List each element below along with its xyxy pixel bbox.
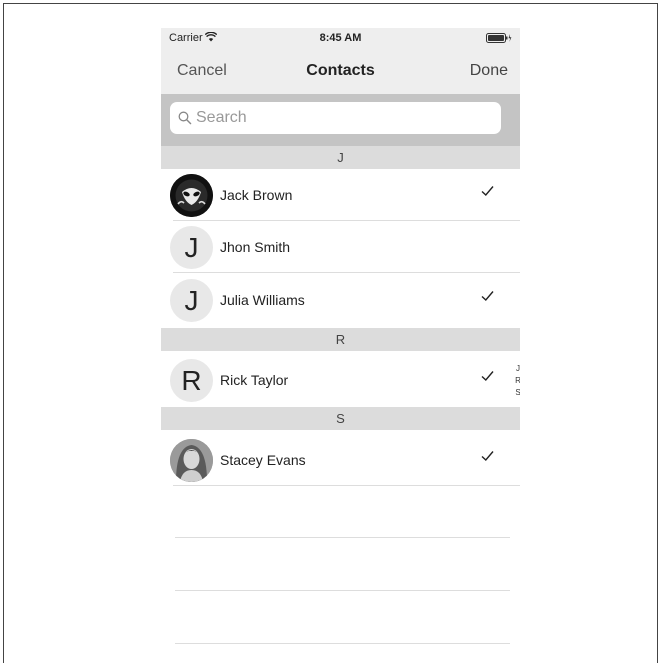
- search-input[interactable]: [196, 102, 496, 134]
- phone-screen: Carrier 8:45 AM Cancel Contacts Done J: [161, 28, 520, 665]
- section-header-j: J: [161, 146, 520, 169]
- cancel-button[interactable]: Cancel: [177, 62, 227, 80]
- photo-person: [170, 439, 213, 482]
- index-letter-s[interactable]: S: [514, 387, 520, 399]
- empty-row-separator: [175, 590, 510, 591]
- section-header-s: S: [161, 407, 520, 430]
- empty-row-separator: [175, 643, 510, 644]
- contact-row-rick-taylor[interactable]: R Rick Taylor: [161, 354, 520, 406]
- search-field[interactable]: [170, 102, 501, 134]
- contact-row-julia-williams[interactable]: J Julia Williams: [161, 274, 520, 326]
- search-bar: [161, 94, 520, 146]
- battery-icon: [486, 33, 512, 43]
- checkmark-icon: [481, 291, 494, 302]
- status-time: 8:45 AM: [319, 32, 362, 44]
- index-letter-r[interactable]: R: [514, 375, 520, 387]
- photo-alien-icon: [170, 174, 213, 217]
- contact-row-jack-brown[interactable]: Jack Brown: [161, 169, 520, 221]
- section-header-r: R: [161, 328, 520, 351]
- checkmark-icon: [481, 186, 494, 197]
- avatar-letter: J: [170, 279, 213, 322]
- row-separator: [173, 485, 520, 486]
- contact-name: Stacey Evans: [220, 452, 306, 468]
- index-letter-j[interactable]: J: [514, 363, 520, 375]
- contact-name: Jack Brown: [220, 187, 293, 203]
- checkmark-icon: [481, 451, 494, 462]
- status-bar: Carrier 8:45 AM: [161, 28, 520, 48]
- avatar-letter: R: [170, 359, 213, 402]
- section-index[interactable]: J R S: [514, 363, 520, 399]
- contact-name: Jhon Smith: [220, 239, 291, 255]
- checkmark-icon: [481, 371, 494, 382]
- empty-row-separator: [175, 537, 510, 538]
- contact-name: Rick Taylor: [220, 372, 289, 388]
- contact-row-jhon-smith[interactable]: J Jhon Smith: [161, 221, 520, 273]
- row-separator: [173, 272, 520, 273]
- contact-name: Julia Williams: [220, 292, 305, 308]
- search-icon: [178, 111, 192, 125]
- avatar-letter: J: [170, 226, 213, 269]
- done-button[interactable]: Done: [470, 62, 508, 80]
- contact-row-stacey-evans[interactable]: Stacey Evans: [161, 434, 520, 486]
- navigation-bar: Cancel Contacts Done: [161, 48, 520, 94]
